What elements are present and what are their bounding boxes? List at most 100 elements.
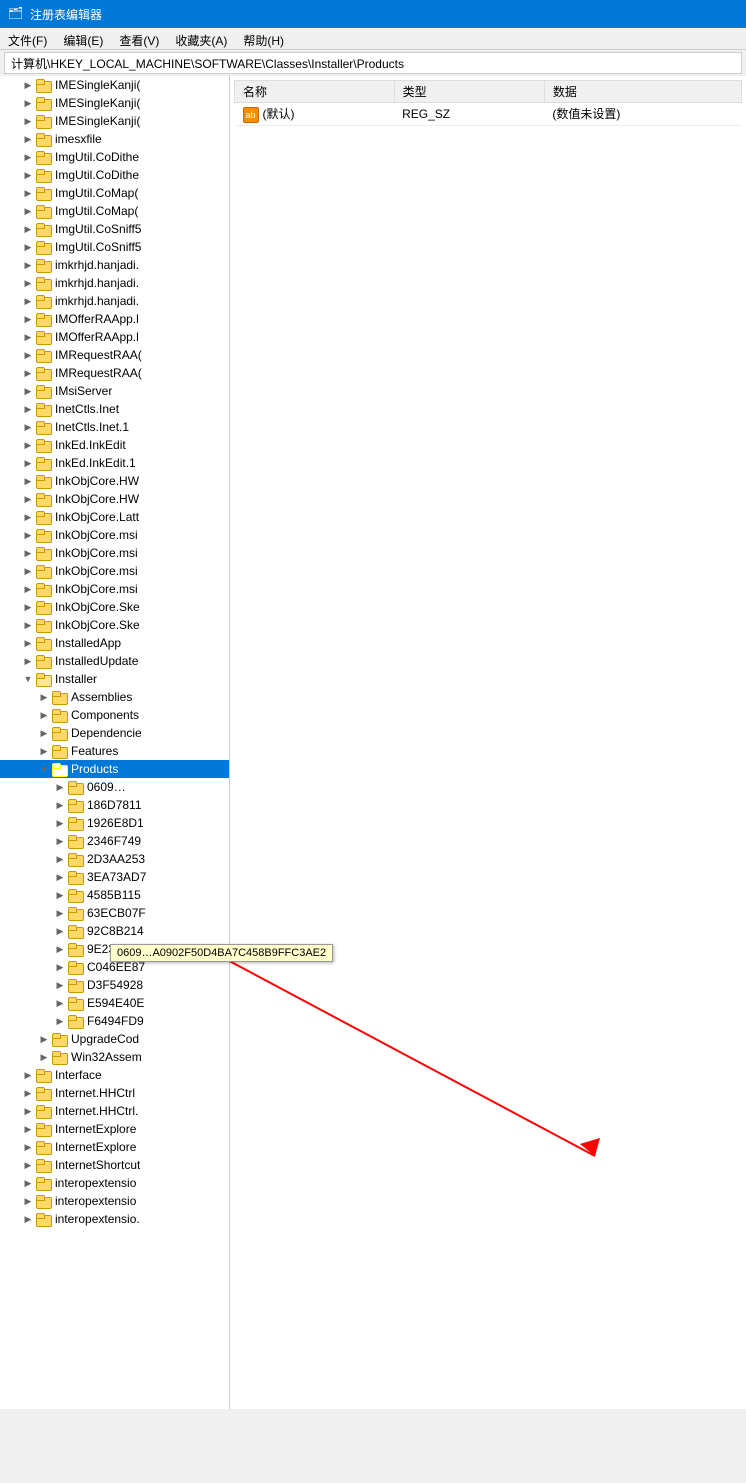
tree-item-Dependencies[interactable]: Dependencie <box>0 724 229 742</box>
expand-arrow-InstalledApp[interactable] <box>20 635 36 651</box>
expand-arrow-prod10[interactable] <box>52 941 68 957</box>
menu-edit[interactable]: 编辑(E) <box>55 30 111 47</box>
expand-arrow-prod8[interactable] <box>52 905 68 921</box>
expand-arrow-ImgUtil5[interactable] <box>20 221 36 237</box>
expand-arrow-InkEd[interactable] <box>20 437 36 453</box>
expand-arrow-InternetExplorer1[interactable] <box>20 1121 36 1137</box>
tree-item-ImgUtil2[interactable]: ImgUtil.CoDithe <box>0 166 229 184</box>
expand-arrow-InkObjCore3[interactable] <box>20 509 36 525</box>
expand-arrow-InetCtls[interactable] <box>20 401 36 417</box>
tree-item-InkObjCore9[interactable]: InkObjCore.Ske <box>0 616 229 634</box>
expand-arrow-Products[interactable] <box>36 761 52 777</box>
expand-arrow-interopextensio2[interactable] <box>20 1193 36 1209</box>
tree-item-interopextensio3[interactable]: interopextensio. <box>0 1210 229 1228</box>
expand-arrow-prod11[interactable] <box>52 959 68 975</box>
expand-arrow-Assemblies[interactable] <box>36 689 52 705</box>
tree-item-ImgUtil3[interactable]: ImgUtil.CoMap( <box>0 184 229 202</box>
tree-item-InstalledUpdate[interactable]: InstalledUpdate <box>0 652 229 670</box>
tree-item-Assemblies[interactable]: Assemblies <box>0 688 229 706</box>
menu-view[interactable]: 查看(V) <box>111 30 167 47</box>
tree-item-InkObjCore8[interactable]: InkObjCore.Ske <box>0 598 229 616</box>
expand-arrow-InternetHHCtrl[interactable] <box>20 1085 36 1101</box>
expand-arrow-ImgUtil3[interactable] <box>20 185 36 201</box>
tree-item-InkObjCore4[interactable]: InkObjCore.msi <box>0 526 229 544</box>
tree-item-InkEd1[interactable]: InkEd.InkEdit.1 <box>0 454 229 472</box>
tree-item-prod13[interactable]: E594E40E <box>0 994 229 1012</box>
menu-favorites[interactable]: 收藏夹(A) <box>167 30 235 47</box>
menu-help[interactable]: 帮助(H) <box>235 30 292 47</box>
tree-item-InkObjCore1[interactable]: InkObjCore.HW <box>0 472 229 490</box>
tree-item-ImgUtil6[interactable]: ImgUtil.CoSniff5 <box>0 238 229 256</box>
tree-item-imkrhjd3[interactable]: imkrhjd.hanjadi. <box>0 292 229 310</box>
expand-arrow-InternetExplorer2[interactable] <box>20 1139 36 1155</box>
tree-item-prod7[interactable]: 4585B115 <box>0 886 229 904</box>
tree-item-IMOfferRAApp1[interactable]: IMOfferRAApp.l <box>0 310 229 328</box>
expand-arrow-Dependencies[interactable] <box>36 725 52 741</box>
tree-item-InkEd[interactable]: InkEd.InkEdit <box>0 436 229 454</box>
expand-arrow-InkEd1[interactable] <box>20 455 36 471</box>
tree-item-IMRequestRAApp2[interactable]: IMRequestRAA( <box>0 364 229 382</box>
expand-arrow-InkObjCore1[interactable] <box>20 473 36 489</box>
tree-item-interopextensio2[interactable]: interopextensio <box>0 1192 229 1210</box>
expand-arrow-prod2[interactable] <box>52 797 68 813</box>
expand-arrow-prod12[interactable] <box>52 977 68 993</box>
expand-arrow-InkObjCore2[interactable] <box>20 491 36 507</box>
tree-item-InkObjCore2[interactable]: InkObjCore.HW <box>0 490 229 508</box>
tree-item-IMESingleKanji2[interactable]: IMESingleKanji( <box>0 94 229 112</box>
tree-item-prod3[interactable]: 1926E8D1 <box>0 814 229 832</box>
expand-arrow-InetCtls1[interactable] <box>20 419 36 435</box>
expand-arrow-Interface[interactable] <box>20 1067 36 1083</box>
expand-arrow-InkObjCore5[interactable] <box>20 545 36 561</box>
expand-arrow-imesxfile[interactable] <box>20 131 36 147</box>
tree-item-imkrhjd1[interactable]: imkrhjd.hanjadi. <box>0 256 229 274</box>
expand-arrow-ImgUtil1[interactable] <box>20 149 36 165</box>
tree-item-InkObjCore5[interactable]: InkObjCore.msi <box>0 544 229 562</box>
expand-arrow-Features[interactable] <box>36 743 52 759</box>
tree-item-InetCtls[interactable]: InetCtls.Inet <box>0 400 229 418</box>
expand-arrow-IMESingleKanji3[interactable] <box>20 113 36 129</box>
tree-item-interopextensio1[interactable]: interopextensio <box>0 1174 229 1192</box>
tree-item-Win32Assem[interactable]: Win32Assem <box>0 1048 229 1066</box>
tree-item-prod5[interactable]: 2D3AA253 <box>0 850 229 868</box>
tree-item-InternetHHCtrl1[interactable]: Internet.HHCtrl. <box>0 1102 229 1120</box>
expand-arrow-InstalledUpdate[interactable] <box>20 653 36 669</box>
tree-item-InternetShortcut[interactable]: InternetShortcut <box>0 1156 229 1174</box>
expand-arrow-IMESingleKanji2[interactable] <box>20 95 36 111</box>
tree-item-InternetHHCtrl[interactable]: Internet.HHCtrl <box>0 1084 229 1102</box>
tree-item-ImgUtil5[interactable]: ImgUtil.CoSniff5 <box>0 220 229 238</box>
expand-arrow-prod6[interactable] <box>52 869 68 885</box>
tree-item-InkObjCore3[interactable]: InkObjCore.Latt <box>0 508 229 526</box>
tree-item-Features[interactable]: Features <box>0 742 229 760</box>
tree-item-ImgUtil1[interactable]: ImgUtil.CoDithe <box>0 148 229 166</box>
expand-arrow-imkrhjd2[interactable] <box>20 275 36 291</box>
expand-arrow-IMOfferRAApp1[interactable] <box>20 311 36 327</box>
expand-arrow-IMESingleKanji1[interactable] <box>20 77 36 93</box>
tree-item-imesxfile[interactable]: imesxfile <box>0 130 229 148</box>
expand-arrow-Components[interactable] <box>36 707 52 723</box>
expand-arrow-prod7[interactable] <box>52 887 68 903</box>
tree-item-InternetExplorer1[interactable]: InternetExplore <box>0 1120 229 1138</box>
expand-arrow-InternetHHCtrl1[interactable] <box>20 1103 36 1119</box>
tree-item-imkrhjd2[interactable]: imkrhjd.hanjadi. <box>0 274 229 292</box>
expand-arrow-imkrhjd3[interactable] <box>20 293 36 309</box>
tree-item-IMESingleKanji1[interactable]: IMESingleKanji( <box>0 76 229 94</box>
tree-item-InternetExplorer2[interactable]: InternetExplore <box>0 1138 229 1156</box>
expand-arrow-ImgUtil2[interactable] <box>20 167 36 183</box>
tree-item-prod2[interactable]: 186D7811 <box>0 796 229 814</box>
expand-arrow-Win32Assem[interactable] <box>36 1049 52 1065</box>
tree-item-IMsiServer[interactable]: IMsiServer <box>0 382 229 400</box>
expand-arrow-UpgradeCod[interactable] <box>36 1031 52 1047</box>
tree-item-prod9[interactable]: 92C8B214 <box>0 922 229 940</box>
expand-arrow-interopextensio3[interactable] <box>20 1211 36 1227</box>
expand-arrow-prod5[interactable] <box>52 851 68 867</box>
expand-arrow-IMRequestRAApp2[interactable] <box>20 365 36 381</box>
tree-item-InkObjCore7[interactable]: InkObjCore.msi <box>0 580 229 598</box>
tree-item-prod8[interactable]: 63ECB07F <box>0 904 229 922</box>
expand-arrow-Installer[interactable] <box>20 671 36 687</box>
tree-item-Installer[interactable]: Installer <box>0 670 229 688</box>
expand-arrow-InkObjCore6[interactable] <box>20 563 36 579</box>
tree-item-UpgradeCod[interactable]: UpgradeCod <box>0 1030 229 1048</box>
table-row[interactable]: ab(默认)REG_SZ(数值未设置) <box>235 103 742 126</box>
expand-arrow-ImgUtil6[interactable] <box>20 239 36 255</box>
tree-item-IMRequestRAApp1[interactable]: IMRequestRAA( <box>0 346 229 364</box>
